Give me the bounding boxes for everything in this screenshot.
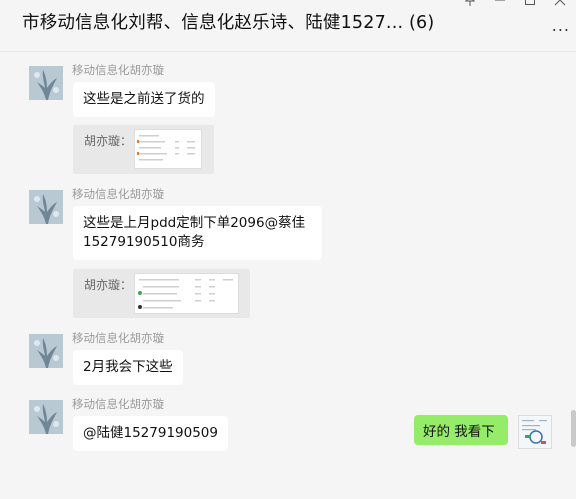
sender-name: 移动信息化胡亦璇 bbox=[72, 63, 164, 77]
message-text: 2月我会下这些 bbox=[83, 359, 173, 375]
message-text: @陆健15279190509 bbox=[83, 425, 218, 441]
scrollbar-thumb[interactable] bbox=[571, 410, 576, 447]
message-text-line: 这些是上月pdd定制下单2096@蔡佳 bbox=[83, 215, 306, 231]
chat-title: 市移动信息化刘帮、信息化赵乐诗、陆健1527... (6) bbox=[22, 13, 435, 33]
pin-icon[interactable] bbox=[462, 0, 478, 9]
message-text: 这些是之前送了货的 bbox=[83, 91, 205, 107]
maximize-icon[interactable] bbox=[522, 0, 538, 9]
avatar[interactable] bbox=[29, 66, 63, 100]
image-thumbnail[interactable] bbox=[134, 273, 239, 314]
message-text-line: 15279190510商务 bbox=[83, 234, 205, 250]
my-avatar[interactable] bbox=[518, 415, 552, 449]
sender-name: 移动信息化胡亦璇 bbox=[72, 397, 164, 411]
minimize-icon[interactable] bbox=[492, 0, 508, 9]
quoted-image-message[interactable]: 胡亦璇： bbox=[73, 269, 250, 318]
image-thumbnail[interactable] bbox=[134, 129, 202, 169]
avatar[interactable] bbox=[29, 334, 63, 368]
quote-sender: 胡亦璇： bbox=[84, 278, 133, 292]
close-icon[interactable] bbox=[552, 0, 568, 9]
window-controls bbox=[462, 0, 568, 9]
avatar[interactable] bbox=[29, 190, 63, 224]
quoted-image-message[interactable]: 胡亦璇： bbox=[73, 125, 214, 174]
message-bubble[interactable]: 2月我会下这些 bbox=[73, 350, 183, 385]
more-options-button[interactable]: ... bbox=[552, 16, 570, 35]
message-bubble[interactable]: @陆健15279190509 bbox=[73, 416, 228, 451]
avatar[interactable] bbox=[29, 400, 63, 434]
my-message-bubble[interactable]: 好的 我看下 bbox=[414, 415, 508, 445]
message-text: 好的 我看下 bbox=[423, 424, 495, 440]
sender-name: 移动信息化胡亦璇 bbox=[72, 331, 164, 345]
message-bubble[interactable]: 这些是上月pdd定制下单2096@蔡佳 15279190510商务 bbox=[73, 206, 322, 260]
chat-header: 市移动信息化刘帮、信息化赵乐诗、陆健1527... (6) ... bbox=[0, 0, 576, 52]
quote-sender: 胡亦璇： bbox=[84, 134, 133, 148]
sender-name: 移动信息化胡亦璇 bbox=[72, 187, 164, 201]
message-bubble[interactable]: 这些是之前送了货的 bbox=[73, 82, 215, 117]
